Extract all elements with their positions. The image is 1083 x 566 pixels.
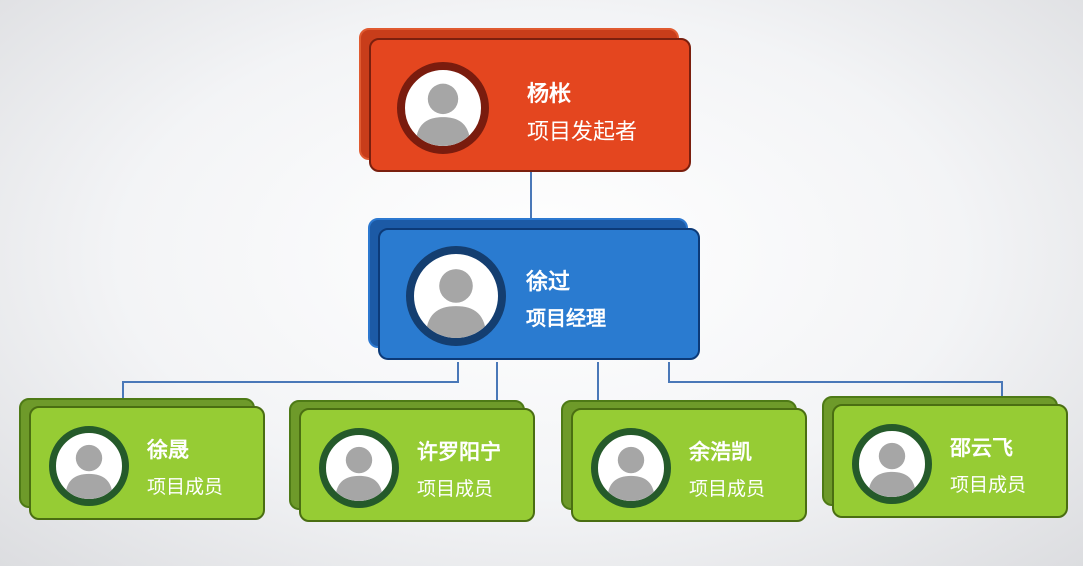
manager-text: 徐过 项目经理: [526, 264, 606, 331]
card-body: 邵云飞 项目成员: [832, 404, 1068, 518]
member-role: 项目成员: [417, 478, 494, 500]
member-name: 许罗阳宁: [417, 440, 501, 464]
person-silhouette-icon: [852, 424, 932, 504]
member-role: 项目成员: [689, 478, 766, 500]
initiator-role: 项目发起者: [527, 120, 638, 145]
card-body: 徐过 项目经理: [378, 228, 700, 360]
member-name: 邵云飞: [950, 436, 1013, 460]
card-body: 徐晟 项目成员: [29, 406, 265, 520]
member-text: 徐晟 项目成员: [147, 434, 223, 499]
member-name: 徐晟: [147, 438, 189, 462]
card-body: 杨枨 项目发起者: [369, 38, 691, 172]
card-body: 余浩凯 项目成员: [571, 408, 807, 522]
manager-role: 项目经理: [526, 306, 606, 330]
manager-name: 徐过: [526, 270, 571, 295]
person-silhouette-icon: [591, 428, 671, 508]
initiator-name: 杨枨: [527, 82, 572, 107]
person-silhouette-icon: [406, 246, 506, 346]
member-text: 余浩凯 项目成员: [689, 436, 765, 501]
connector-manager-member-1: [122, 362, 459, 398]
connector-manager-member-4: [668, 362, 1003, 398]
member-role: 项目成员: [950, 474, 1027, 496]
member-name: 余浩凯: [689, 440, 752, 464]
initiator-text: 杨枨 项目发起者: [527, 76, 637, 146]
member-text: 邵云飞 项目成员: [950, 432, 1026, 497]
member-text: 许罗阳宁 项目成员: [417, 436, 501, 501]
card-body: 许罗阳宁 项目成员: [299, 408, 535, 522]
person-silhouette-icon: [397, 62, 489, 154]
member-role: 项目成员: [147, 476, 224, 498]
person-silhouette-icon: [319, 428, 399, 508]
person-silhouette-icon: [49, 426, 129, 506]
